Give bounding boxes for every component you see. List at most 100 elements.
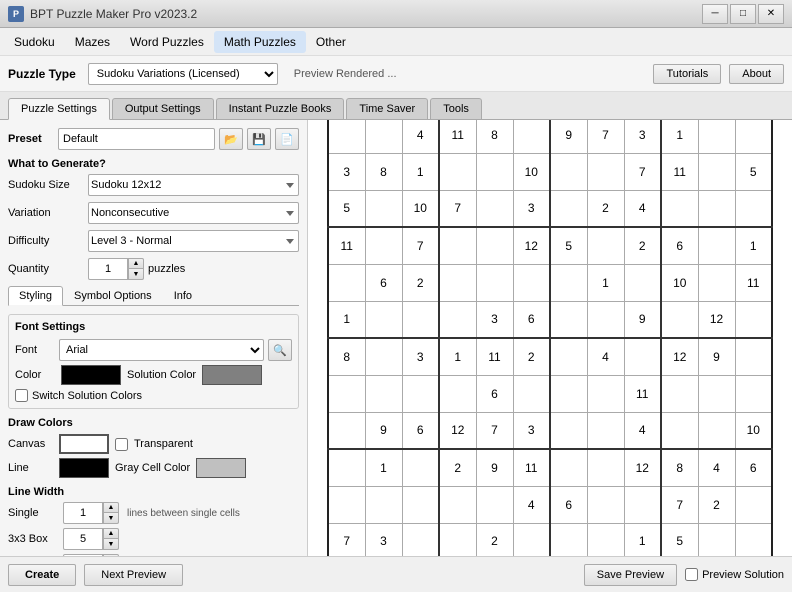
draw-colors-section: Draw Colors Canvas Transparent Line Gray… [8, 417, 299, 478]
difficulty-label: Difficulty [8, 235, 88, 247]
color-label: Color [15, 369, 55, 381]
tab-instant-puzzle-books[interactable]: Instant Puzzle Books [216, 98, 345, 119]
quantity-label: Quantity [8, 263, 88, 275]
box-input[interactable] [63, 528, 103, 550]
font-row: Font Arial 🔍 [15, 339, 292, 361]
menu-math-puzzles[interactable]: Math Puzzles [214, 31, 306, 53]
font-search-button[interactable]: 🔍 [268, 339, 292, 361]
line-label: Line [8, 462, 53, 474]
difficulty-select[interactable]: Level 3 - Normal [88, 230, 299, 252]
window-controls: ─ □ ✕ [702, 4, 784, 24]
quantity-unit: puzzles [148, 263, 185, 275]
box-spin-up[interactable]: ▲ [103, 528, 119, 539]
tab-puzzle-settings[interactable]: Puzzle Settings [8, 98, 110, 120]
sudoku-size-select[interactable]: Sudoku 12x12 [88, 174, 299, 196]
tab-tools[interactable]: Tools [430, 98, 482, 119]
draw-colors-label: Draw Colors [8, 417, 299, 429]
save-preset-button[interactable]: 💾 [247, 128, 271, 150]
preview-solution-checkbox[interactable] [685, 568, 698, 581]
toolbar: Puzzle Type Sudoku Variations (Licensed)… [0, 56, 792, 92]
single-input[interactable] [63, 502, 103, 524]
color-row: Color Solution Color [15, 365, 292, 385]
preview-solution-label: Preview Solution [702, 569, 784, 581]
border-row: Border ▲ ▼ [8, 554, 299, 556]
app-icon: P [8, 6, 24, 22]
line-row: Line Gray Cell Color [8, 458, 299, 478]
canvas-row: Canvas Transparent [8, 434, 299, 454]
font-label: Font [15, 344, 55, 356]
single-row: Single ▲ ▼ lines between single cells [8, 502, 299, 524]
sudoku-size-row: Sudoku Size Sudoku 12x12 [8, 174, 299, 196]
open-preset-button[interactable]: 📂 [219, 128, 243, 150]
switch-colors-checkbox[interactable] [15, 389, 28, 402]
switch-colors-label: Switch Solution Colors [32, 390, 142, 402]
minimize-button[interactable]: ─ [702, 4, 728, 24]
border-spin-up[interactable]: ▲ [103, 554, 119, 556]
preset-input[interactable] [58, 128, 215, 150]
font-color-swatch[interactable] [61, 365, 121, 385]
single-spin-up[interactable]: ▲ [103, 502, 119, 513]
what-to-generate-label: What to Generate? [8, 158, 299, 170]
maximize-button[interactable]: □ [730, 4, 756, 24]
preview-solution-row: Preview Solution [685, 568, 784, 581]
line-width-label: Line Width [8, 486, 299, 498]
single-spin-down[interactable]: ▼ [103, 513, 119, 524]
bottom-bar: Create Next Preview Save Preview Preview… [0, 556, 792, 592]
single-note: lines between single cells [127, 508, 240, 519]
variation-label: Variation [8, 207, 88, 219]
about-button[interactable]: About [729, 64, 784, 84]
menu-other[interactable]: Other [306, 31, 356, 53]
grid-panel: 4118973138110711551073241171252616211011… [308, 120, 792, 556]
gray-cell-color-swatch[interactable] [196, 458, 246, 478]
box-row: 3x3 Box ▲ ▼ [8, 528, 299, 550]
menu-bar: Sudoku Mazes Word Puzzles Math Puzzles O… [0, 28, 792, 56]
menu-word-puzzles[interactable]: Word Puzzles [120, 31, 214, 53]
save-as-preset-button[interactable]: 📄 [275, 128, 299, 150]
sub-tab-info[interactable]: Info [163, 286, 203, 306]
border-input[interactable] [63, 554, 103, 556]
quantity-spin-up[interactable]: ▲ [128, 258, 144, 269]
title-bar: P BPT Puzzle Maker Pro v2023.2 ─ □ ✕ [0, 0, 792, 28]
tab-output-settings[interactable]: Output Settings [112, 98, 214, 119]
transparent-label: Transparent [134, 438, 193, 450]
tab-time-saver[interactable]: Time Saver [346, 98, 428, 119]
solution-color-label: Solution Color [127, 369, 196, 381]
quantity-spin-down[interactable]: ▼ [128, 269, 144, 280]
font-select[interactable]: Arial [59, 339, 264, 361]
preset-row: Preset 📂 💾 📄 [8, 128, 299, 150]
sub-tab-symbol-options[interactable]: Symbol Options [63, 286, 163, 306]
line-color-swatch[interactable] [59, 458, 109, 478]
difficulty-row: Difficulty Level 3 - Normal [8, 230, 299, 252]
sub-tab-styling[interactable]: Styling [8, 286, 63, 306]
main-content: Preset 📂 💾 📄 What to Generate? Sudoku Si… [0, 120, 792, 556]
canvas-label: Canvas [8, 438, 53, 450]
main-tab-bar: Puzzle Settings Output Settings Instant … [0, 92, 792, 120]
close-button[interactable]: ✕ [758, 4, 784, 24]
transparent-checkbox[interactable] [115, 438, 128, 451]
variation-select[interactable]: Nonconsecutive [88, 202, 299, 224]
tutorials-button[interactable]: Tutorials [653, 64, 721, 84]
preview-text: Preview Rendered ... [294, 68, 397, 80]
single-label: Single [8, 507, 63, 519]
sub-tab-bar: Styling Symbol Options Info [8, 286, 299, 306]
quantity-spin-buttons: ▲ ▼ [128, 258, 144, 280]
save-preview-button[interactable]: Save Preview [584, 564, 677, 586]
single-spinner: ▲ ▼ [63, 502, 119, 524]
create-button[interactable]: Create [8, 564, 76, 586]
menu-sudoku[interactable]: Sudoku [4, 31, 65, 53]
app-title: BPT Puzzle Maker Pro v2023.2 [30, 7, 702, 21]
puzzle-type-select[interactable]: Sudoku Variations (Licensed) [88, 63, 278, 85]
solution-color-swatch[interactable] [202, 365, 262, 385]
box-spinner: ▲ ▼ [63, 528, 119, 550]
next-preview-button[interactable]: Next Preview [84, 564, 183, 586]
quantity-input[interactable] [88, 258, 128, 280]
gray-cell-color-label: Gray Cell Color [115, 462, 190, 474]
canvas-color-swatch[interactable] [59, 434, 109, 454]
box-label: 3x3 Box [8, 533, 63, 545]
quantity-spinner: ▲ ▼ [88, 258, 144, 280]
box-spin-down[interactable]: ▼ [103, 539, 119, 550]
menu-mazes[interactable]: Mazes [65, 31, 120, 53]
font-settings-group: Font Settings Font Arial 🔍 Color Solutio… [8, 314, 299, 409]
border-spinner: ▲ ▼ [63, 554, 119, 556]
sudoku-grid: 4118973138110711551073241171252616211011… [327, 120, 773, 556]
